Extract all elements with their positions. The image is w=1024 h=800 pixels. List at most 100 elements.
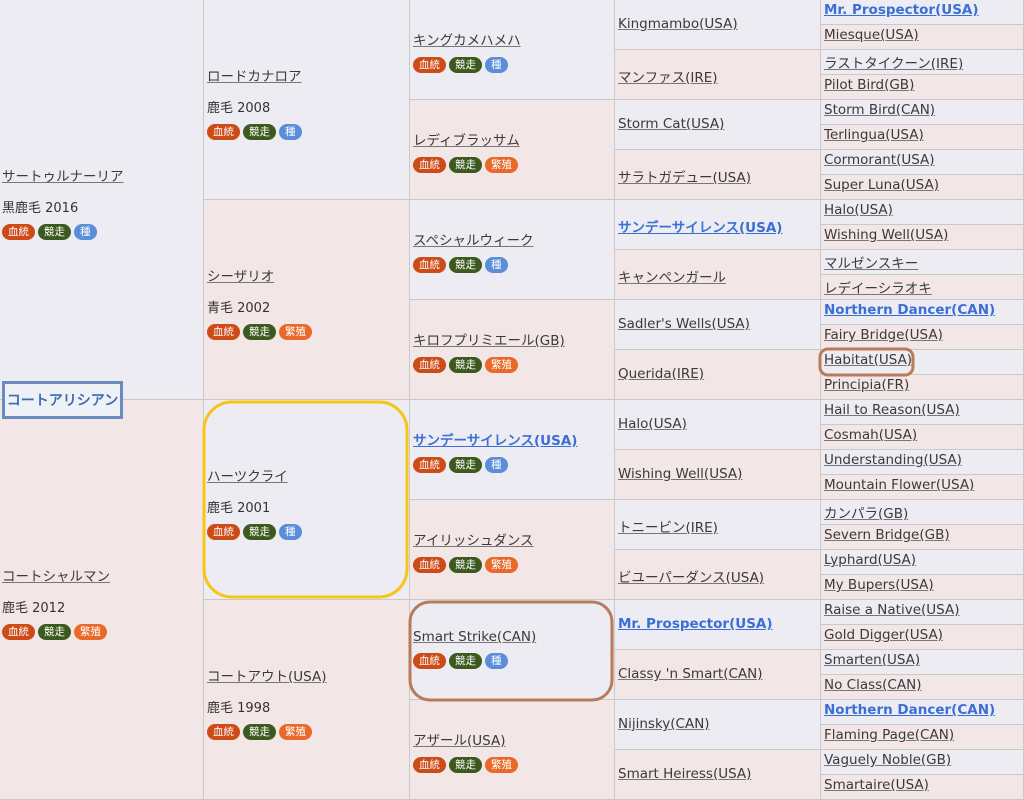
race-record-badge[interactable]: 競走 — [243, 524, 276, 540]
pedigree-badge[interactable]: 血統 — [413, 357, 446, 373]
horse-name-link[interactable]: キロフプリミエール(GB) — [413, 333, 565, 349]
pedigree-badge[interactable]: 血統 — [413, 257, 446, 273]
horse-name-link[interactable]: Understanding(USA) — [824, 452, 962, 468]
horse-name-link[interactable]: Raise a Native(USA) — [824, 602, 959, 618]
horse-name-link[interactable]: ビユーパーダンス(USA) — [618, 570, 764, 586]
horse-name-link[interactable]: Terlingua(USA) — [824, 127, 924, 143]
horse-name-link[interactable]: Gold Digger(USA) — [824, 627, 943, 643]
race-record-badge[interactable]: 競走 — [449, 157, 482, 173]
horse-name-link[interactable]: Nijinsky(CAN) — [618, 716, 710, 732]
pedigree-badge[interactable]: 血統 — [207, 724, 240, 740]
horse-name-link[interactable]: Cosmah(USA) — [824, 427, 917, 443]
pedigree-badge[interactable]: 血統 — [413, 57, 446, 73]
race-record-badge[interactable]: 競走 — [449, 357, 482, 373]
pedigree-badge[interactable]: 血統 — [207, 124, 240, 140]
horse-name-link[interactable]: コートアウト(USA) — [207, 669, 326, 685]
horse-name-link[interactable]: Flaming Page(CAN) — [824, 727, 954, 743]
broodmare-badge[interactable]: 繁殖 — [485, 157, 518, 173]
stud-badge[interactable]: 種 — [279, 524, 302, 540]
horse-name-link[interactable]: Cormorant(USA) — [824, 152, 935, 168]
horse-name-link[interactable]: Halo(USA) — [618, 416, 687, 432]
race-record-badge[interactable]: 競走 — [449, 57, 482, 73]
horse-name-link[interactable]: ハーツクライ — [207, 469, 288, 485]
horse-name-link[interactable]: シーザリオ — [207, 269, 274, 285]
horse-name-link[interactable]: Wishing Well(USA) — [824, 227, 948, 243]
horse-name-link[interactable]: Severn Bridge(GB) — [824, 527, 950, 543]
horse-name-link[interactable]: アザール(USA) — [413, 733, 505, 749]
race-record-badge[interactable]: 競走 — [449, 457, 482, 473]
broodmare-badge[interactable]: 繁殖 — [279, 724, 312, 740]
horse-name-link[interactable]: Mr. Prospector(USA) — [618, 616, 773, 632]
horse-name-link[interactable]: Northern Dancer(CAN) — [824, 302, 995, 318]
horse-name-link[interactable]: Smart Strike(CAN) — [413, 629, 536, 645]
stud-badge[interactable]: 種 — [485, 57, 508, 73]
broodmare-badge[interactable]: 繁殖 — [485, 557, 518, 573]
horse-name-link[interactable]: カンパラ(GB) — [824, 506, 908, 522]
horse-name-link[interactable]: No Class(CAN) — [824, 677, 921, 693]
stud-badge[interactable]: 種 — [279, 124, 302, 140]
horse-name-link[interactable]: ロードカナロア — [207, 69, 302, 85]
race-record-badge[interactable]: 競走 — [243, 124, 276, 140]
broodmare-badge[interactable]: 繁殖 — [74, 624, 107, 640]
broodmare-badge[interactable]: 繁殖 — [485, 757, 518, 773]
horse-name-link[interactable]: トニービン(IRE) — [618, 520, 718, 536]
horse-name-link[interactable]: キャンペンガール — [618, 270, 726, 286]
broodmare-badge[interactable]: 繁殖 — [485, 357, 518, 373]
stud-badge[interactable]: 種 — [74, 224, 97, 240]
stud-badge[interactable]: 種 — [485, 257, 508, 273]
horse-name-link[interactable]: レデイーシラオキ — [824, 281, 932, 297]
horse-name-link[interactable]: Kingmambo(USA) — [618, 16, 738, 32]
horse-name-link[interactable]: Pilot Bird(GB) — [824, 77, 914, 93]
broodmare-badge[interactable]: 繁殖 — [279, 324, 312, 340]
horse-name-link[interactable]: Querida(IRE) — [618, 366, 704, 382]
horse-name-link[interactable]: Vaguely Noble(GB) — [824, 752, 951, 768]
horse-name-link[interactable]: Smarten(USA) — [824, 652, 920, 668]
pedigree-badge[interactable]: 血統 — [413, 757, 446, 773]
horse-name-link[interactable]: サラトガデュー(USA) — [618, 170, 751, 186]
horse-name-link[interactable]: ラストタイクーン(IRE) — [824, 56, 963, 72]
horse-name-link[interactable]: レディブラッサム — [413, 133, 520, 149]
pedigree-badge[interactable]: 血統 — [413, 653, 446, 669]
horse-name-link[interactable]: Northern Dancer(CAN) — [824, 702, 995, 718]
pedigree-badge[interactable]: 血統 — [207, 324, 240, 340]
pedigree-badge[interactable]: 血統 — [2, 224, 35, 240]
pedigree-badge[interactable]: 血統 — [207, 524, 240, 540]
horse-name-link[interactable]: Smartaire(USA) — [824, 777, 929, 793]
horse-name-link[interactable]: Mr. Prospector(USA) — [824, 2, 979, 18]
horse-name-link[interactable]: Storm Cat(USA) — [618, 116, 724, 132]
horse-name-link[interactable]: Hail to Reason(USA) — [824, 402, 960, 418]
horse-name-link[interactable]: Halo(USA) — [824, 202, 893, 218]
horse-name-link[interactable]: マルゼンスキー — [824, 256, 918, 272]
race-record-badge[interactable]: 競走 — [449, 653, 482, 669]
horse-name-link[interactable]: コートシャルマン — [2, 569, 110, 585]
horse-name-link[interactable]: Super Luna(USA) — [824, 177, 939, 193]
stud-badge[interactable]: 種 — [485, 653, 508, 669]
stud-badge[interactable]: 種 — [485, 457, 508, 473]
pedigree-badge[interactable]: 血統 — [2, 624, 35, 640]
horse-name-link[interactable]: サートゥルナーリア — [2, 169, 124, 185]
horse-name-link[interactable]: Mountain Flower(USA) — [824, 477, 974, 493]
horse-name-link[interactable]: Lyphard(USA) — [824, 552, 916, 568]
horse-name-link[interactable]: スペシャルウィーク — [413, 233, 534, 249]
horse-name-link[interactable]: Principia(FR) — [824, 377, 909, 393]
horse-name-link[interactable]: アイリッシュダンス — [413, 533, 534, 549]
horse-name-link[interactable]: サンデーサイレンス(USA) — [618, 220, 782, 236]
horse-name-link[interactable]: Storm Bird(CAN) — [824, 102, 935, 118]
horse-name-link[interactable]: マンファス(IRE) — [618, 70, 718, 86]
race-record-badge[interactable]: 競走 — [38, 624, 71, 640]
horse-name-link[interactable]: My Bupers(USA) — [824, 577, 934, 593]
race-record-badge[interactable]: 競走 — [243, 324, 276, 340]
horse-name-link[interactable]: Habitat(USA) — [824, 352, 912, 368]
race-record-badge[interactable]: 競走 — [243, 724, 276, 740]
pedigree-badge[interactable]: 血統 — [413, 557, 446, 573]
race-record-badge[interactable]: 競走 — [449, 757, 482, 773]
horse-name-link[interactable]: Miesque(USA) — [824, 27, 919, 43]
horse-name-link[interactable]: Smart Heiress(USA) — [618, 766, 751, 782]
horse-name-link[interactable]: Wishing Well(USA) — [618, 466, 742, 482]
horse-name-link[interactable]: Fairy Bridge(USA) — [824, 327, 943, 343]
pedigree-badge[interactable]: 血統 — [413, 457, 446, 473]
race-record-badge[interactable]: 競走 — [449, 557, 482, 573]
race-record-badge[interactable]: 競走 — [38, 224, 71, 240]
horse-name-link[interactable]: Sadler's Wells(USA) — [618, 316, 750, 332]
horse-name-link[interactable]: サンデーサイレンス(USA) — [413, 433, 577, 449]
